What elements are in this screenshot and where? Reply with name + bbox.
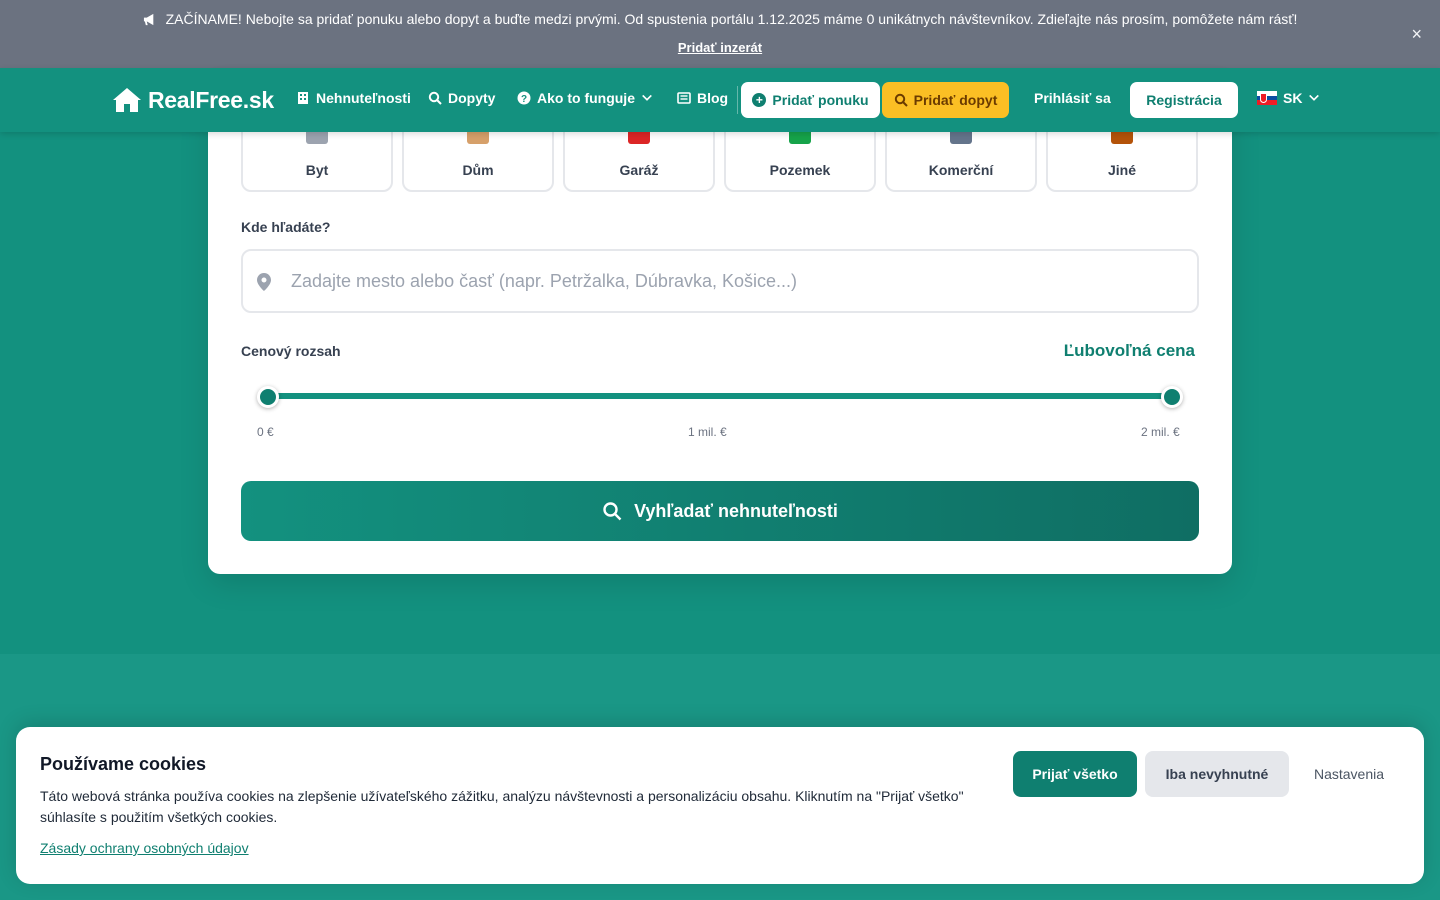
nav-properties-label: Nehnuteľnosti	[316, 90, 411, 106]
price-range-label: Cenový rozsah	[241, 343, 341, 359]
add-demand-button[interactable]: Pridať dopyt	[882, 82, 1009, 118]
accept-all-button[interactable]: Prijať všetko	[1013, 751, 1137, 797]
search-card: Byt Dům Garáž Pozemek Komerční Jiné Kde …	[208, 80, 1232, 574]
search-icon	[603, 502, 622, 521]
announcement-message-row: ZAČÍNAME! Nebojte sa pridať ponuku alebo…	[0, 11, 1440, 27]
property-type-label: Byt	[305, 162, 329, 178]
nav-demands[interactable]: Dopyty	[428, 90, 495, 106]
announcement-text: ZAČÍNAME! Nebojte sa pridať ponuku alebo…	[165, 11, 1298, 27]
search-icon	[428, 91, 442, 105]
language-label: SK	[1283, 90, 1303, 106]
megaphone-icon	[143, 13, 153, 25]
property-type-label: Dům	[462, 162, 494, 178]
cookie-title: Používame cookies	[40, 754, 207, 774]
newspaper-icon	[677, 92, 691, 104]
site-logo[interactable]: RealFree.sk	[112, 86, 274, 114]
location-input[interactable]	[291, 251, 1181, 311]
nav-demands-label: Dopyty	[448, 90, 496, 106]
chevron-down-icon	[642, 94, 652, 101]
add-offer-button[interactable]: + Pridať ponuku	[741, 82, 880, 118]
search-submit-button[interactable]: Vyhľadať nehnuteľnosti	[241, 481, 1199, 541]
announcement-bar: ZAČÍNAME! Nebojte sa pridať ponuku alebo…	[0, 0, 1440, 68]
add-listing-link[interactable]: Pridať inzerát	[0, 40, 1440, 55]
search-icon	[894, 93, 908, 107]
property-type-label: Komerční	[928, 162, 994, 178]
slovak-flag-icon	[1257, 91, 1277, 106]
language-selector[interactable]: SK	[1257, 90, 1320, 106]
necessary-only-button[interactable]: Iba nevyhnutné	[1145, 751, 1289, 797]
add-offer-label: Pridať ponuku	[772, 92, 869, 108]
plus-circle-icon: +	[752, 93, 767, 107]
cookie-text: Táto webová stránka používa cookies na z…	[40, 788, 964, 825]
map-pin-icon	[257, 273, 271, 291]
house-logo-icon	[113, 88, 141, 112]
chevron-down-icon	[1309, 94, 1320, 101]
price-slider-min-handle[interactable]	[257, 386, 279, 408]
price-range-value: Ľubovoľná cena	[1063, 341, 1195, 360]
property-type-label: Pozemek	[769, 162, 831, 178]
nav-divider	[737, 86, 738, 114]
cookie-banner: Používame cookies Táto webová stránka po…	[16, 727, 1424, 884]
nav-properties[interactable]: Nehnuteľnosti	[296, 90, 411, 106]
question-icon: ?	[517, 91, 531, 105]
svg-text:?: ?	[521, 94, 527, 105]
price-slider-track[interactable]	[268, 393, 1172, 399]
register-button[interactable]: Registrácia	[1130, 82, 1238, 118]
site-header: RealFree.sk Nehnuteľnosti Dopyty ? Ako t…	[0, 68, 1440, 132]
add-demand-label: Pridať dopyt	[913, 92, 998, 108]
close-icon[interactable]: ×	[1411, 25, 1422, 43]
price-slider-max-handle[interactable]	[1161, 386, 1183, 408]
nav-blog-label: Blog	[697, 90, 729, 106]
nav-how-it-works[interactable]: ? Ako to funguje	[517, 90, 653, 106]
price-tick-max: 2 mil. €	[1141, 425, 1180, 439]
nav-blog[interactable]: Blog	[677, 90, 728, 106]
price-tick-mid: 1 mil. €	[688, 425, 727, 439]
logo-text: RealFree.sk	[148, 86, 274, 113]
building-icon	[298, 92, 308, 104]
location-field[interactable]	[241, 249, 1199, 313]
property-type-label: Garáž	[619, 162, 659, 178]
search-submit-label: Vyhľadať nehnuteľnosti	[634, 500, 838, 521]
nav-how-it-works-label: Ako to funguje	[537, 90, 635, 106]
location-label: Kde hľadáte?	[241, 219, 331, 235]
login-link[interactable]: Prihlásiť sa	[1034, 90, 1111, 106]
cookie-settings-button[interactable]: Nastavenia	[1297, 751, 1401, 797]
price-tick-min: 0 €	[257, 425, 274, 439]
property-type-label: Jiné	[1107, 162, 1136, 178]
privacy-policy-link[interactable]: Zásady ochrany osobných údajov	[40, 840, 249, 856]
